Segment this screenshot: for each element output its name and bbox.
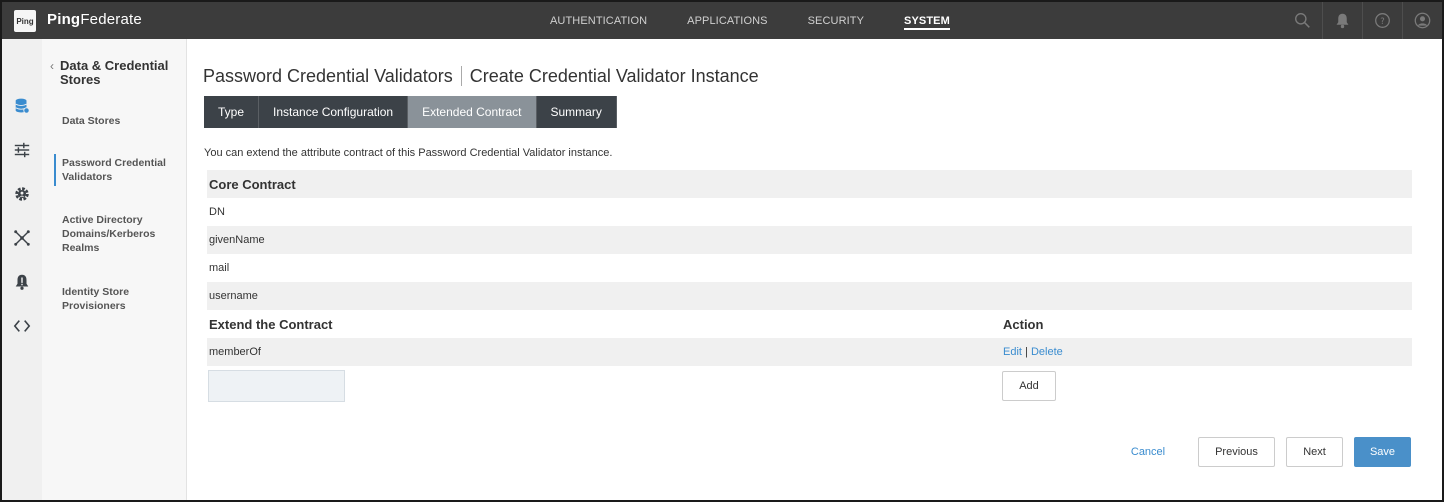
main-content: Password Credential Validators Create Cre… [203, 39, 1415, 500]
table-row: username [207, 282, 1412, 310]
subnav-item-data-stores[interactable]: Data Stores [62, 114, 174, 128]
brand-name: PingFederate [47, 11, 142, 28]
core-contract-title: Core Contract [209, 176, 296, 192]
edit-link[interactable]: Edit [1003, 346, 1022, 358]
page-title-section: Password Credential Validators [203, 66, 453, 86]
previous-button[interactable]: Previous [1198, 437, 1275, 467]
chevron-left-icon: ‹ [50, 59, 54, 73]
core-contract-header: Core Contract [207, 170, 1412, 198]
action-column-header: Action [1003, 316, 1044, 332]
table-row: memberOf Edit | Delete [207, 338, 1412, 366]
extend-contract-header: Extend the Contract Action [207, 310, 1412, 338]
extend-contract-title: Extend the Contract [209, 316, 333, 332]
user-icon[interactable] [1402, 2, 1442, 39]
tab-summary[interactable]: Summary [536, 96, 617, 128]
topnav-system[interactable]: SYSTEM [904, 2, 950, 39]
alert-icon[interactable] [12, 272, 32, 292]
intro-text: You can extend the attribute contract of… [204, 147, 613, 159]
contract-table: Core Contract DN givenName mail username… [207, 170, 1412, 406]
core-attribute: givenName [209, 234, 265, 246]
network-icon[interactable] [12, 228, 32, 248]
search-icon[interactable] [1282, 2, 1322, 39]
code-icon[interactable] [12, 316, 32, 336]
top-nav: AUTHENTICATION APPLICATIONS SECURITY SYS… [550, 2, 990, 39]
add-cell: Add [1002, 371, 1412, 401]
tab-instance-configuration[interactable]: Instance Configuration [259, 96, 409, 128]
back-to-data-credential-stores[interactable]: ‹ Data & Credential Stores [50, 59, 178, 87]
sliders-icon[interactable] [12, 140, 32, 160]
database-icon[interactable] [12, 96, 32, 116]
next-button[interactable]: Next [1286, 437, 1343, 467]
new-attribute-cell [207, 370, 1002, 402]
page-title-subsection: Create Credential Validator Instance [469, 66, 759, 86]
row-actions: Edit | Delete [1003, 346, 1412, 358]
new-attribute-row: Add [207, 366, 1412, 406]
icon-rail [2, 39, 42, 500]
title-separator [460, 66, 462, 86]
core-attribute: DN [209, 206, 225, 218]
bell-icon[interactable] [1322, 2, 1362, 39]
topnav-applications[interactable]: APPLICATIONS [687, 2, 767, 39]
extended-attribute: memberOf [209, 346, 261, 358]
sub-nav: ‹ Data & Credential Stores Data Stores P… [42, 39, 187, 500]
svg-text:?: ? [1380, 17, 1385, 27]
tab-extended-contract[interactable]: Extended Contract [408, 96, 537, 128]
brand-bold: Ping [47, 11, 81, 28]
new-attribute-input[interactable] [208, 370, 345, 402]
table-row: mail [207, 254, 1412, 282]
subnav-item-password-credential-validators[interactable]: Password Credential Validators [54, 154, 174, 186]
top-icons: ? [1282, 2, 1442, 39]
logo-text: Ping [16, 16, 34, 26]
subnav-title: Data & Credential Stores [60, 58, 169, 87]
delete-link[interactable]: Delete [1031, 346, 1063, 358]
save-button[interactable]: Save [1354, 437, 1411, 467]
subnav-item-identity-store-provisioners[interactable]: Identity Store Provisioners [62, 285, 174, 313]
gear-icon[interactable] [12, 184, 32, 204]
table-row: givenName [207, 226, 1412, 254]
app-window: Ping PingFederate AUTHENTICATION APPLICA… [0, 0, 1444, 502]
topnav-security[interactable]: SECURITY [808, 2, 864, 39]
tab-type[interactable]: Type [204, 96, 260, 128]
subnav-item-active-directory-domains[interactable]: Active Directory Domains/Kerberos Realms [62, 213, 174, 255]
add-button[interactable]: Add [1002, 371, 1056, 401]
top-bar: Ping PingFederate AUTHENTICATION APPLICA… [2, 2, 1442, 39]
help-icon[interactable]: ? [1362, 2, 1402, 39]
page-title: Password Credential Validators Create Cre… [203, 66, 759, 87]
action-separator: | [1025, 346, 1028, 358]
topnav-authentication[interactable]: AUTHENTICATION [550, 2, 647, 39]
brand-light: Federate [80, 11, 142, 28]
wizard-footer: Cancel Previous Next Save [1118, 437, 1411, 467]
ping-logo[interactable]: Ping [14, 10, 36, 32]
core-attribute: username [209, 290, 258, 302]
wizard-tabs: Type Instance Configuration Extended Con… [204, 96, 617, 128]
table-row: DN [207, 198, 1412, 226]
core-attribute: mail [209, 262, 230, 274]
cancel-button[interactable]: Cancel [1118, 437, 1178, 467]
